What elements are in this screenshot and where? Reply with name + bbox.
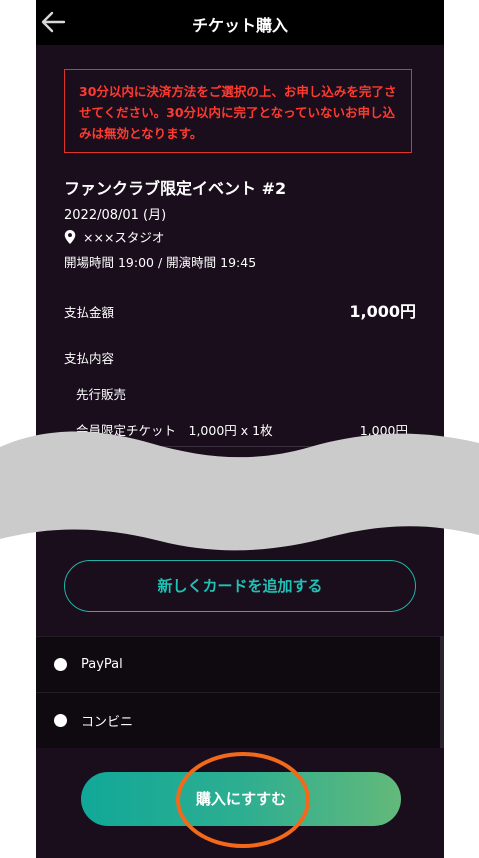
venue-name: ×××スタジオ — [83, 230, 165, 245]
page-title: チケット購入 — [191, 16, 288, 35]
sale-type: 先行販売 — [76, 387, 127, 402]
event-date: 2022/08/01 (月) — [64, 208, 167, 223]
warning-notice: 30分以内に決済方法をご選択の上、お申し込みを完了させてください。30分以内に完… — [64, 69, 412, 153]
payment-option-paypal[interactable]: PayPal — [36, 636, 444, 692]
torn-section-divider — [0, 431, 479, 551]
event-times: 開場時間 19:00 / 開演時間 19:45 — [64, 255, 257, 270]
payment-detail-label: 支払内容 — [64, 351, 115, 366]
radio-button[interactable] — [54, 714, 67, 727]
scrollbar[interactable] — [440, 636, 444, 748]
payment-option-label: PayPal — [81, 657, 123, 672]
event-title: ファンクラブ限定イベント #2 — [64, 179, 287, 198]
add-card-button[interactable]: 新しくカードを追加する — [64, 560, 416, 612]
payment-option-label: コンビニ — [81, 715, 134, 730]
radio-button[interactable] — [54, 658, 67, 671]
top-bar: チケット購入 — [36, 0, 444, 45]
payment-amount-label: 支払金額 — [64, 305, 115, 320]
payment-option-convenience-store[interactable]: コンビニ — [36, 692, 444, 748]
location-pin-icon — [64, 229, 76, 244]
highlight-circle — [176, 752, 310, 848]
event-venue: ×××スタジオ — [64, 227, 164, 246]
payment-amount: 1,000円 — [349, 302, 416, 321]
payment-method-list: PayPal コンビニ — [36, 636, 444, 748]
